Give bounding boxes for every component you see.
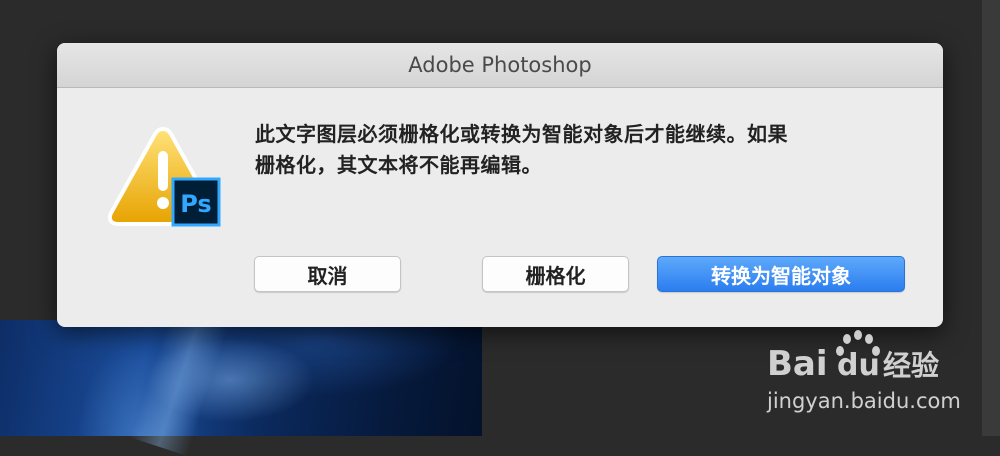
- rasterize-button[interactable]: 栅格化: [482, 256, 629, 292]
- photoshop-badge-icon: Ps: [171, 177, 221, 227]
- dialog-titlebar[interactable]: Adobe Photoshop: [57, 43, 943, 88]
- alert-message: 此文字图层必须栅格化或转换为智能对象后才能继续。如果 栅格化，其文本将不能再编辑…: [255, 119, 925, 181]
- alert-message-line-2: 栅格化，其文本将不能再编辑。: [255, 153, 542, 177]
- dialog-title: Adobe Photoshop: [408, 53, 592, 77]
- cancel-button[interactable]: 取消: [254, 256, 401, 292]
- svg-text:du: du: [837, 348, 880, 383]
- watermark-site: jingyan.baidu.com: [767, 389, 961, 413]
- background-panel-right: [982, 0, 1000, 436]
- svg-text:Bai: Bai: [767, 344, 828, 384]
- canvas-photo: [0, 304, 482, 456]
- baidu-logo: Bai du 经验: [767, 330, 939, 384]
- convert-to-smart-object-button[interactable]: 转换为智能对象: [657, 256, 905, 292]
- warning-icon: Ps: [107, 126, 221, 227]
- svg-text:经验: 经验: [883, 349, 939, 382]
- baidu-watermark: Bai du 经验 jingyan.baidu.com: [765, 327, 965, 427]
- ps-badge-text: Ps: [180, 190, 211, 218]
- alert-message-line-1: 此文字图层必须栅格化或转换为智能对象后才能继续。如果: [255, 122, 788, 146]
- alert-dialog: Adobe Photoshop Ps 此文字图层必须栅格化或转换为智能对象后才能…: [57, 43, 943, 327]
